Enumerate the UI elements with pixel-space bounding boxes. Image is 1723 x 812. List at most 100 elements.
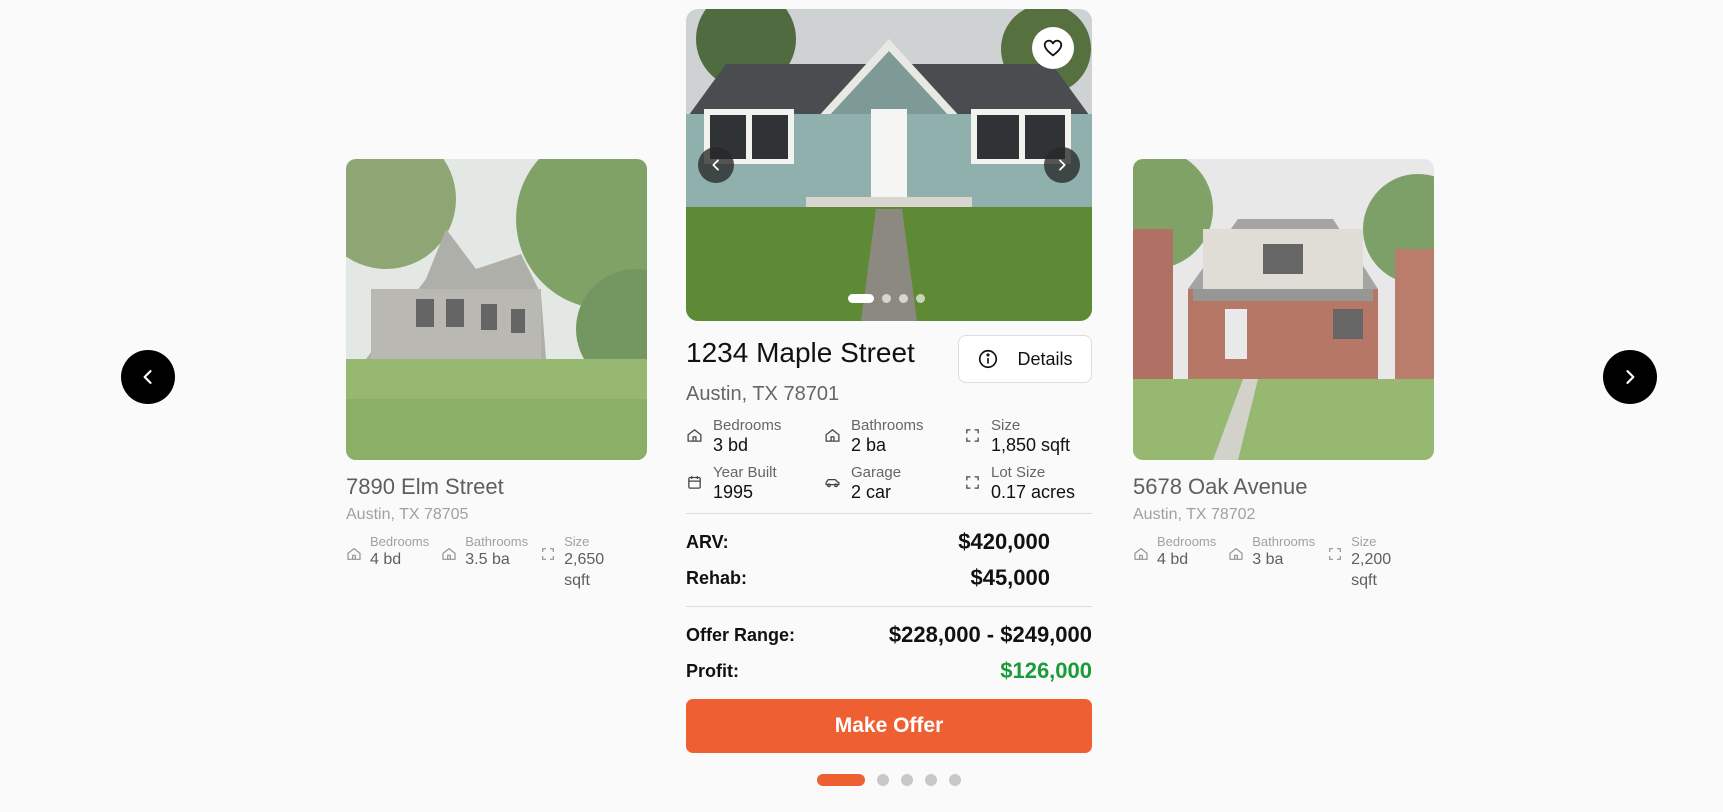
arv-value: $420,000 <box>958 529 1050 554</box>
home-icon <box>347 547 361 560</box>
property-stats: Bedrooms 4 bd Bathrooms 3.5 ba Size 2,650 s… <box>346 534 647 591</box>
property-title: 1234 Maple Street <box>686 337 915 368</box>
arv-label: ARV: <box>686 531 729 552</box>
car-icon <box>825 479 840 488</box>
divider <box>686 513 1092 514</box>
stat-value: 2,650 sqft <box>564 551 605 589</box>
fact-bedrooms: Bedrooms 3 bd <box>686 417 824 456</box>
fact-year-built: Year Built 1995 <box>686 464 824 503</box>
fact-label: Bedrooms <box>713 417 782 434</box>
stat-value: 2,200 sqft <box>1351 551 1392 589</box>
details-button[interactable]: Details <box>958 335 1092 383</box>
arv-row: ARV: $420,000 <box>686 524 1092 560</box>
fact-label: Bathrooms <box>851 417 924 434</box>
chevron-left-icon <box>143 370 152 384</box>
size-icon <box>966 476 979 489</box>
fact-lot-size: Lot Size 0.17 acres <box>964 464 1092 503</box>
stat-label: Bedrooms <box>370 534 430 549</box>
stat-bedrooms: Bedrooms 4 bd <box>346 534 429 591</box>
property-title: 5678 Oak Avenue <box>1133 474 1308 499</box>
pagination-dot[interactable] <box>925 774 937 786</box>
offer-range-label: Offer Range: <box>686 624 796 645</box>
stat-size: Size 2,200 sqft <box>1327 534 1397 591</box>
carousel-prev-button[interactable] <box>121 350 175 404</box>
photo-prev-button[interactable] <box>698 147 734 183</box>
rehab-row: Rehab: $45,000 <box>686 560 1092 596</box>
stat-label: Size <box>1351 534 1377 549</box>
property-photo <box>1133 159 1434 460</box>
chevron-left-icon <box>712 159 719 171</box>
fact-value: 1995 <box>713 482 754 502</box>
size-icon <box>966 429 979 442</box>
property-photo <box>686 9 1092 321</box>
profit-value: $126,000 <box>1000 658 1092 683</box>
property-facts: Bedrooms 3 bd Bathrooms 2 ba Size 1,850 sqf… <box>686 417 1092 503</box>
chevron-right-icon <box>1626 370 1635 384</box>
photo-dot[interactable] <box>882 294 891 303</box>
profit-label: Profit: <box>686 660 739 681</box>
photo-dot[interactable] <box>899 294 908 303</box>
info-icon <box>979 349 998 369</box>
profit-row: Profit: $126,000 <box>686 653 1092 689</box>
stat-label: Bathrooms <box>1252 534 1316 549</box>
favorite-button[interactable] <box>1032 27 1074 69</box>
property-address: Austin, TX 78702 <box>1133 506 1256 523</box>
property-card-maple: 1234 Maple Street Austin, TX 78701 Detai… <box>686 9 1092 753</box>
fact-value: 2 ba <box>851 435 887 455</box>
chevron-right-icon <box>1059 159 1066 171</box>
photo-dot[interactable] <box>848 294 874 303</box>
property-card-elm[interactable]: 7890 Elm Street Austin, TX 78705 Bedroom… <box>346 159 647 591</box>
fact-label: Lot Size <box>991 464 1046 481</box>
stat-value: 3.5 ba <box>465 551 510 568</box>
stat-bedrooms: Bedrooms 4 bd <box>1133 534 1216 591</box>
property-header: 1234 Maple Street Austin, TX 78701 Detai… <box>686 335 1092 415</box>
property-carousel: 7890 Elm Street Austin, TX 78705 Bedroom… <box>0 0 1723 812</box>
stat-value: 3 ba <box>1252 551 1284 568</box>
stat-bathrooms: Bathrooms 3 ba <box>1228 534 1315 591</box>
property-card-oak[interactable]: 5678 Oak Avenue Austin, TX 78702 Bedroom… <box>1133 159 1434 591</box>
rehab-label: Rehab: <box>686 567 748 588</box>
stat-label: Bathrooms <box>465 534 529 549</box>
fact-value: 0.17 acres <box>991 482 1076 502</box>
property-photo <box>346 159 647 460</box>
photo-next-button[interactable] <box>1044 147 1080 183</box>
property-stats: Bedrooms 4 bd Bathrooms 3 ba Size 2,200 sqf… <box>1133 534 1434 591</box>
details-label: Details <box>1017 348 1073 369</box>
pagination-dot[interactable] <box>949 774 961 786</box>
fact-label: Year Built <box>713 464 777 481</box>
fact-value: 3 bd <box>713 435 749 455</box>
fact-value: 1,850 sqft <box>991 435 1071 455</box>
carousel-pagination <box>817 774 961 786</box>
home-icon <box>1229 547 1243 560</box>
calendar-icon <box>688 476 701 489</box>
divider <box>686 606 1092 607</box>
size-icon <box>542 548 555 560</box>
size-icon <box>1329 548 1342 560</box>
fact-garage: Garage 2 car <box>824 464 964 503</box>
property-title: 7890 Elm Street <box>346 474 504 499</box>
fact-size: Size 1,850 sqft <box>964 417 1092 456</box>
home-icon <box>825 429 840 442</box>
stat-value: 4 bd <box>1157 551 1189 568</box>
stat-size: Size 2,650 sqft <box>540 534 610 591</box>
stat-label: Size <box>564 534 590 549</box>
property-address: Austin, TX 78705 <box>346 506 469 523</box>
offer-range-row: Offer Range: $228,000 - $249,000 <box>686 617 1092 653</box>
pagination-dot[interactable] <box>817 774 865 786</box>
rehab-value: $45,000 <box>970 565 1050 590</box>
carousel-next-button[interactable] <box>1603 350 1657 404</box>
pagination-dot[interactable] <box>877 774 889 786</box>
fact-bathrooms: Bathrooms 2 ba <box>824 417 964 456</box>
heart-icon <box>1043 39 1063 57</box>
fact-value: 2 car <box>851 482 892 502</box>
make-offer-button[interactable]: Make Offer <box>686 699 1092 753</box>
fact-label: Size <box>991 417 1021 434</box>
fact-label: Garage <box>851 464 902 481</box>
home-icon <box>442 547 456 560</box>
photo-dot[interactable] <box>916 294 925 303</box>
pagination-dot[interactable] <box>901 774 913 786</box>
property-address: Austin, TX 78701 <box>686 383 840 405</box>
stat-value: 4 bd <box>370 551 402 568</box>
home-icon <box>1134 547 1148 560</box>
home-icon <box>687 429 702 442</box>
